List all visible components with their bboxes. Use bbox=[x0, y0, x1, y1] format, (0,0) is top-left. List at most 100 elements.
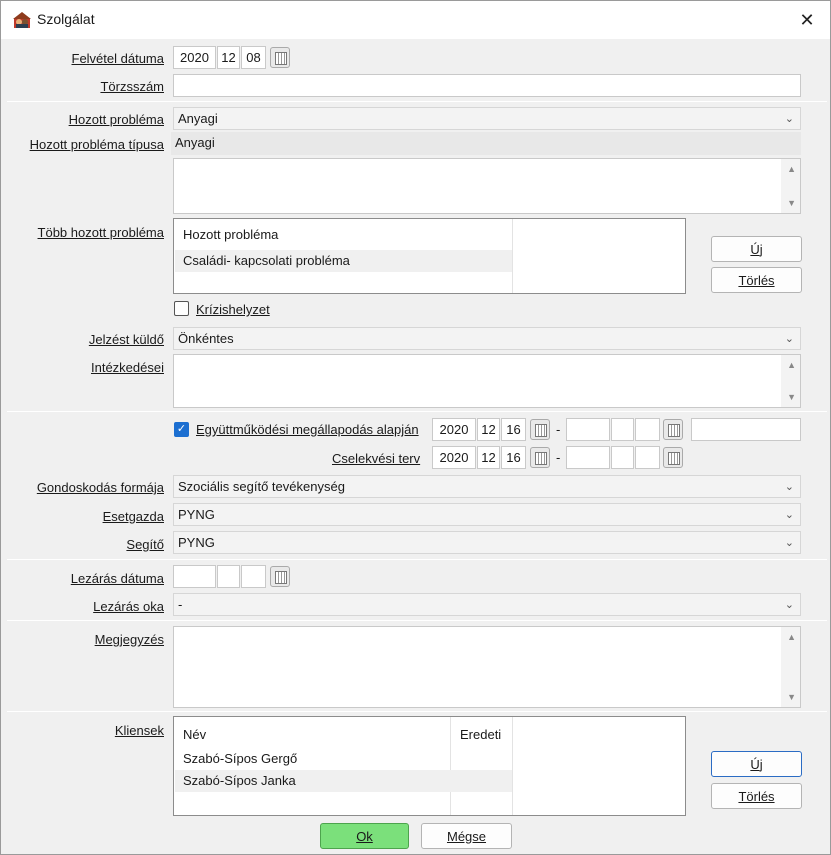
grid-header-original: Eredeti bbox=[460, 727, 502, 742]
cselekvesi-end-year[interactable] bbox=[566, 446, 610, 469]
lezaras-month-field[interactable] bbox=[217, 565, 240, 588]
grid-header: Hozott probléma bbox=[183, 227, 279, 242]
table-row[interactable]: Családi- kapcsolati probléma bbox=[175, 250, 512, 272]
scroll-up-icon[interactable]: ▲ bbox=[787, 360, 796, 370]
egyuttmukodes-year[interactable]: 2020 bbox=[432, 418, 476, 441]
separator bbox=[7, 101, 827, 102]
jelzest-kuldo-select[interactable]: Önkéntes ⌄ bbox=[173, 327, 801, 350]
scroll-down-icon[interactable]: ▼ bbox=[787, 392, 796, 402]
dialog-window: Szolgálat ✕ Felvétel dátuma 2020 12 08 T… bbox=[0, 0, 831, 855]
felvetel-datuma-label: Felvétel dátuma bbox=[71, 51, 165, 66]
calendar-icon[interactable] bbox=[530, 419, 550, 440]
scrollbar[interactable]: ▲ ▼ bbox=[781, 627, 800, 707]
calendar-icon[interactable] bbox=[530, 447, 550, 468]
cselekvesi-end-day[interactable] bbox=[635, 446, 660, 469]
esetgazda-select[interactable]: PYNG ⌄ bbox=[173, 503, 801, 526]
ok-button[interactable]: Ok bbox=[320, 823, 409, 849]
title-bar: Szolgálat ✕ bbox=[1, 1, 830, 39]
cselekvesi-terv-label: Cselekvési terv bbox=[332, 451, 421, 466]
calendar-icon[interactable] bbox=[270, 566, 290, 587]
felvetel-day-field[interactable]: 08 bbox=[241, 46, 266, 69]
egyuttmukodes-day[interactable]: 16 bbox=[501, 418, 526, 441]
hozott-problema-memo[interactable]: ▲ ▼ bbox=[173, 158, 801, 214]
calendar-icon[interactable] bbox=[663, 419, 683, 440]
separator bbox=[7, 411, 827, 412]
chevron-down-icon: ⌄ bbox=[784, 113, 794, 125]
separator bbox=[7, 711, 827, 712]
hozott-problema-tipusa-label: Hozott probléma típusa bbox=[29, 137, 164, 152]
scroll-down-icon[interactable]: ▼ bbox=[787, 198, 796, 208]
cselekvesi-year[interactable]: 2020 bbox=[432, 446, 476, 469]
ok-label: Ok bbox=[356, 828, 373, 844]
torzsszam-label: Törzsszám bbox=[100, 79, 164, 94]
egyuttmukodes-extra-field[interactable] bbox=[691, 418, 801, 441]
scroll-up-icon[interactable]: ▲ bbox=[787, 632, 796, 642]
gondoskodas-label: Gondoskodás formája bbox=[36, 480, 164, 495]
app-icon bbox=[13, 12, 31, 28]
client-new-label: Új bbox=[750, 756, 763, 772]
intezkedesei-memo[interactable]: ▲ ▼ bbox=[173, 354, 801, 408]
lezaras-oka-select[interactable]: - ⌄ bbox=[173, 593, 801, 616]
problem-new-button[interactable]: Új bbox=[711, 236, 802, 262]
chevron-down-icon: ⌄ bbox=[784, 599, 794, 611]
scrollbar[interactable]: ▲ ▼ bbox=[781, 355, 800, 407]
gondoskodas-value: Szociális segítő tevékenység bbox=[178, 479, 345, 494]
megjegyzes-label: Megjegyzés bbox=[94, 632, 164, 647]
separator bbox=[7, 559, 827, 560]
krizishelyzet-checkbox[interactable] bbox=[174, 301, 189, 316]
cselekvesi-end-month[interactable] bbox=[611, 446, 634, 469]
scroll-down-icon[interactable]: ▼ bbox=[787, 692, 796, 702]
egyuttmukodes-checkbox[interactable]: ✓ bbox=[174, 422, 189, 437]
felvetel-year-field[interactable]: 2020 bbox=[173, 46, 216, 69]
segito-select[interactable]: PYNG ⌄ bbox=[173, 531, 801, 554]
close-icon[interactable]: ✕ bbox=[784, 1, 830, 39]
table-row[interactable]: Szabó-Sípos Janka bbox=[175, 770, 512, 792]
kliensek-label: Kliensek bbox=[114, 723, 164, 738]
calendar-icon[interactable] bbox=[270, 47, 290, 68]
chevron-down-icon: ⌄ bbox=[784, 509, 794, 521]
egyuttmukodes-end-day[interactable] bbox=[635, 418, 660, 441]
jelzest-kuldo-label: Jelzést küldő bbox=[88, 332, 164, 347]
cselekvesi-day[interactable]: 16 bbox=[501, 446, 526, 469]
hozott-problema-select[interactable]: Anyagi ⌄ bbox=[173, 107, 801, 130]
chevron-down-icon: ⌄ bbox=[784, 481, 794, 493]
window-title: Szolgálat bbox=[37, 11, 95, 27]
cselekvesi-month[interactable]: 12 bbox=[477, 446, 500, 469]
lezaras-day-field[interactable] bbox=[241, 565, 266, 588]
gondoskodas-select[interactable]: Szociális segítő tevékenység ⌄ bbox=[173, 475, 801, 498]
cancel-label: Mégse bbox=[446, 828, 487, 844]
problem-new-label: Új bbox=[750, 241, 763, 257]
table-row[interactable]: Szabó-Sípos Gergő bbox=[175, 748, 450, 770]
client-delete-button[interactable]: Törlés bbox=[711, 783, 802, 809]
megjegyzes-memo[interactable]: ▲ ▼ bbox=[173, 626, 801, 708]
esetgazda-label: Esetgazda bbox=[102, 509, 164, 524]
lezaras-datuma-label: Lezárás dátuma bbox=[70, 571, 164, 586]
problems-grid[interactable]: Hozott probléma Családi- kapcsolati prob… bbox=[173, 218, 686, 294]
egyuttmukodes-end-year[interactable] bbox=[566, 418, 610, 441]
client-new-button[interactable]: Új bbox=[711, 751, 802, 777]
scroll-up-icon[interactable]: ▲ bbox=[787, 164, 796, 174]
jelzest-kuldo-value: Önkéntes bbox=[178, 331, 234, 346]
calendar-icon[interactable] bbox=[663, 447, 683, 468]
problem-delete-label: Törlés bbox=[738, 272, 775, 288]
tobb-hozott-problema-label: Több hozott probléma bbox=[37, 225, 164, 240]
egyuttmukodes-end-month[interactable] bbox=[611, 418, 634, 441]
segito-value: PYNG bbox=[178, 535, 215, 550]
cancel-button[interactable]: Mégse bbox=[421, 823, 512, 849]
clients-grid[interactable]: Név Eredeti Szabó-Sípos Gergő Szabó-Sípo… bbox=[173, 716, 686, 816]
client-delete-label: Törlés bbox=[738, 788, 775, 804]
intezkedesei-label: Intézkedései bbox=[91, 360, 164, 375]
felvetel-month-field[interactable]: 12 bbox=[217, 46, 240, 69]
torzsszam-field[interactable] bbox=[173, 74, 801, 97]
separator bbox=[7, 620, 827, 621]
lezaras-oka-label: Lezárás oka bbox=[93, 599, 164, 614]
problem-delete-button[interactable]: Törlés bbox=[711, 267, 802, 293]
grid-divider bbox=[512, 717, 513, 815]
grid-divider bbox=[450, 717, 451, 815]
lezaras-year-field[interactable] bbox=[173, 565, 216, 588]
grid-divider bbox=[512, 219, 513, 293]
egyuttmukodes-month[interactable]: 12 bbox=[477, 418, 500, 441]
scrollbar[interactable]: ▲ ▼ bbox=[781, 159, 800, 213]
lezaras-oka-value: - bbox=[178, 597, 183, 612]
chevron-down-icon: ⌄ bbox=[784, 537, 794, 549]
